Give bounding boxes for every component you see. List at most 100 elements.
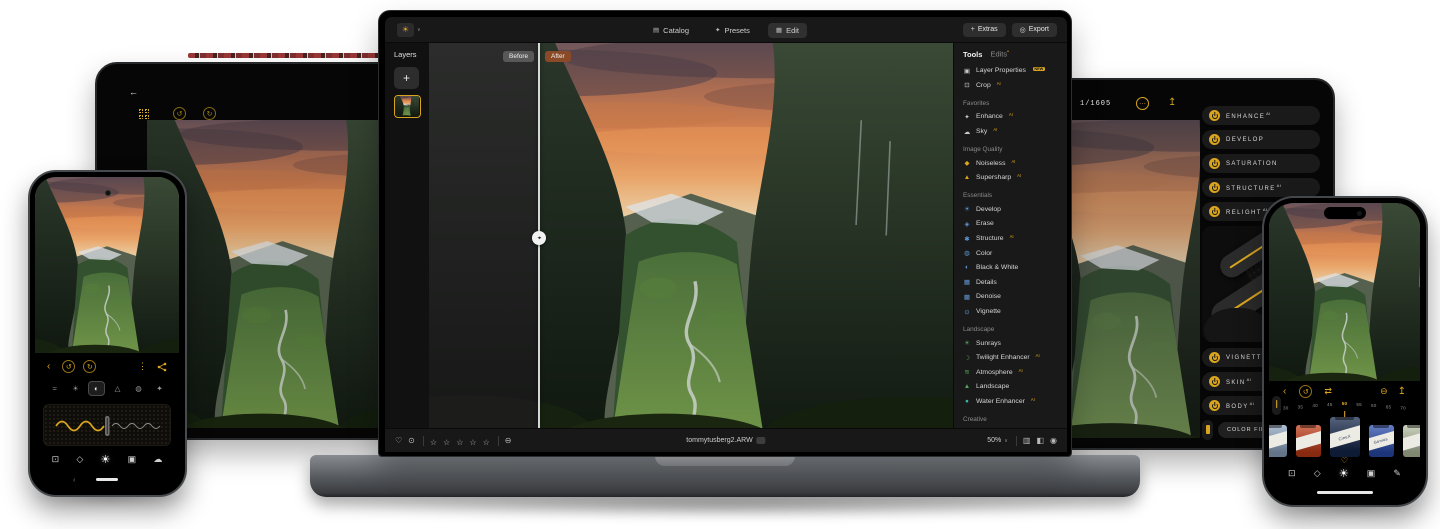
filter-cassette[interactable] [1295, 425, 1321, 457]
star-icon[interactable]: ☆ [430, 438, 437, 447]
tab-catalog[interactable]: ▤ Catalog [645, 23, 697, 38]
undo-icon[interactable]: ↺ [173, 107, 186, 120]
back-chevron-icon[interactable]: ‹ [1283, 386, 1286, 397]
zoom-chevron-icon[interactable]: ∨ [1004, 438, 1008, 444]
add-layer-button[interactable]: + [394, 67, 419, 89]
filter-cassette[interactable] [1402, 425, 1420, 457]
tab-presets[interactable]: ✦ Presets [707, 23, 758, 38]
panel-item-twilight-enhancer[interactable]: ☽ Twilight Enhancer AI [963, 350, 1061, 365]
panel-item-supersharp[interactable]: ▲ Supersharp AI [963, 170, 1061, 185]
power-toggle-icon[interactable] [1209, 400, 1220, 411]
back-arrow-icon[interactable]: ← [129, 88, 138, 97]
export-button[interactable]: ◎ Export [1011, 22, 1057, 37]
eraser-icon[interactable]: ◇ [76, 454, 83, 465]
panel-item-structure[interactable]: ✱ Structure AI [963, 231, 1061, 246]
panel-item-crop[interactable]: ⊡ Crop AI [963, 78, 1061, 93]
power-toggle-icon[interactable] [1209, 182, 1220, 193]
panel-item-enhance[interactable]: ✦ Enhance AI [963, 110, 1061, 125]
tool-button-structure[interactable]: STRUCTUREAI [1202, 178, 1320, 197]
tab-edit[interactable]: ▦ Edit [767, 22, 807, 38]
power-toggle-icon[interactable] [1209, 376, 1220, 387]
tab-tools[interactable]: Tools [963, 50, 982, 59]
extras-button[interactable]: + Extras [962, 22, 1006, 37]
dial-value-55[interactable]: 55 [1356, 402, 1362, 407]
dial-value-40[interactable]: 40 [1312, 403, 1318, 408]
filter-cassette-cinex[interactable]: CineX [1329, 417, 1360, 457]
brush-icon[interactable]: ✎ [1393, 468, 1401, 479]
exposure-icon[interactable]: ☀ [67, 381, 84, 396]
prism-icon[interactable]: △ [109, 381, 126, 396]
panel-item-erase[interactable]: ◈ Erase [963, 217, 1061, 232]
panel-item-landscape[interactable]: ▲ Landscape [963, 380, 1061, 395]
dial-value-30[interactable]: 30 [1283, 405, 1289, 410]
gesture-bar[interactable] [96, 478, 118, 481]
panel-item-denoise[interactable]: ▩ Denoise [963, 290, 1061, 305]
star-icon[interactable]: ☆ [443, 438, 450, 447]
panel-item-details[interactable]: ▦ Details [963, 275, 1061, 290]
power-toggle-icon[interactable] [1209, 134, 1220, 145]
power-toggle-icon[interactable] [1209, 110, 1220, 121]
panel-item-atmosphere[interactable]: ≋ Atmosphere AI [963, 365, 1061, 380]
compare-view-icon[interactable]: ◧ [1036, 436, 1044, 445]
panel-item-sunrays[interactable]: ☀ Sunrays [963, 336, 1061, 351]
power-toggle-icon[interactable] [1209, 158, 1220, 169]
panel-item-sky[interactable]: ☁ Sky AI [963, 124, 1061, 139]
reject-icon[interactable]: ⊖ [505, 436, 512, 445]
filter-cassette[interactable] [1269, 425, 1287, 457]
back-chevron-icon[interactable]: ‹ [47, 361, 50, 372]
panel-item-layer-properties[interactable]: ▣ Layer Properties NEW [963, 64, 1061, 79]
app-logo-icon[interactable]: ☀ [397, 22, 414, 37]
shuffle-icon[interactable]: ⇄ [1324, 387, 1332, 396]
zoom-level[interactable]: 50% [987, 437, 1001, 444]
cloud-icon[interactable]: ☁ [153, 454, 162, 465]
layer-thumbnail[interactable] [394, 95, 421, 118]
panel-item-color[interactable]: ◍ Color [963, 246, 1061, 261]
panel-item-noiseless[interactable]: ◆ Noiseless AI [963, 156, 1061, 171]
crop-icon[interactable]: ⊡ [52, 454, 60, 465]
layers-icon[interactable]: ▣ [128, 454, 137, 465]
panel-item-vignette[interactable]: ⊙ Vignette [963, 304, 1061, 319]
dial-value-60[interactable]: 60 [1371, 403, 1377, 408]
before-after-handle-icon[interactable]: ◂▸ [532, 231, 546, 245]
share-icon[interactable]: ↥ [1168, 98, 1176, 108]
dial-value-70[interactable]: 70 [1400, 405, 1406, 410]
curve-adjust-panel[interactable] [43, 404, 171, 446]
power-toggle-icon[interactable] [1209, 206, 1220, 217]
more-menu-icon[interactable]: ⋮ [138, 362, 147, 371]
android-share-icon[interactable] [157, 362, 167, 372]
color-filters-side-pill[interactable] [1202, 420, 1213, 440]
tab-edits[interactable]: Edits• [990, 49, 1008, 59]
tone-curve-icon[interactable]: ≈ [46, 381, 63, 396]
dial-value-45[interactable]: 45 [1327, 402, 1333, 407]
redo-icon[interactable]: ↻ [83, 360, 97, 373]
star-icon[interactable]: ☆ [483, 438, 490, 447]
amount-dial[interactable]: 30 35 40 45 50 55 60 65 70 [1283, 401, 1406, 410]
eraser-icon[interactable]: ◇ [1314, 468, 1321, 479]
tool-button-saturation[interactable]: SATURATION [1202, 154, 1320, 173]
undo-icon[interactable]: ↺ [62, 360, 76, 373]
adjust-icon[interactable]: ☀ [1339, 467, 1349, 480]
intensity-pill[interactable] [1272, 396, 1281, 415]
reset-icon[interactable]: ↺ [1299, 385, 1313, 398]
dial-value-35[interactable]: 35 [1298, 404, 1304, 409]
panel-item-develop[interactable]: ☀ Develop [963, 202, 1061, 217]
panel-item-black-white[interactable]: ◐ Black & White [963, 260, 1061, 275]
dial-value-65[interactable]: 65 [1386, 404, 1392, 409]
star-icon[interactable]: ☆ [456, 438, 463, 447]
edit-canvas[interactable]: ◂▸ Before After [429, 43, 953, 428]
adjust-icon[interactable]: ☀ [101, 453, 111, 466]
more-options-icon[interactable]: ⋯ [1136, 97, 1149, 110]
hsl-icon[interactable]: ◍ [130, 381, 147, 396]
remove-filter-icon[interactable]: ⊖ [1380, 387, 1388, 396]
share-icon[interactable]: ↥ [1398, 386, 1406, 397]
filmstrip-toggle-icon[interactable]: ▥ [1023, 436, 1031, 445]
favorite-heart-icon[interactable]: ♡ [395, 436, 402, 445]
dial-value-50[interactable]: 50 [1342, 401, 1348, 406]
redo-icon[interactable]: ↻ [203, 107, 216, 120]
eye-preview-icon[interactable]: ◉ [1050, 436, 1057, 445]
favorite-heart-icon[interactable]: ♡ [1341, 456, 1348, 465]
copy-icon[interactable]: ▣ [1367, 468, 1376, 479]
tool-button-develop[interactable]: DEVELOP [1202, 130, 1320, 149]
effects-icon[interactable]: ✦ [151, 381, 168, 396]
grid-view-icon[interactable] [139, 109, 149, 119]
